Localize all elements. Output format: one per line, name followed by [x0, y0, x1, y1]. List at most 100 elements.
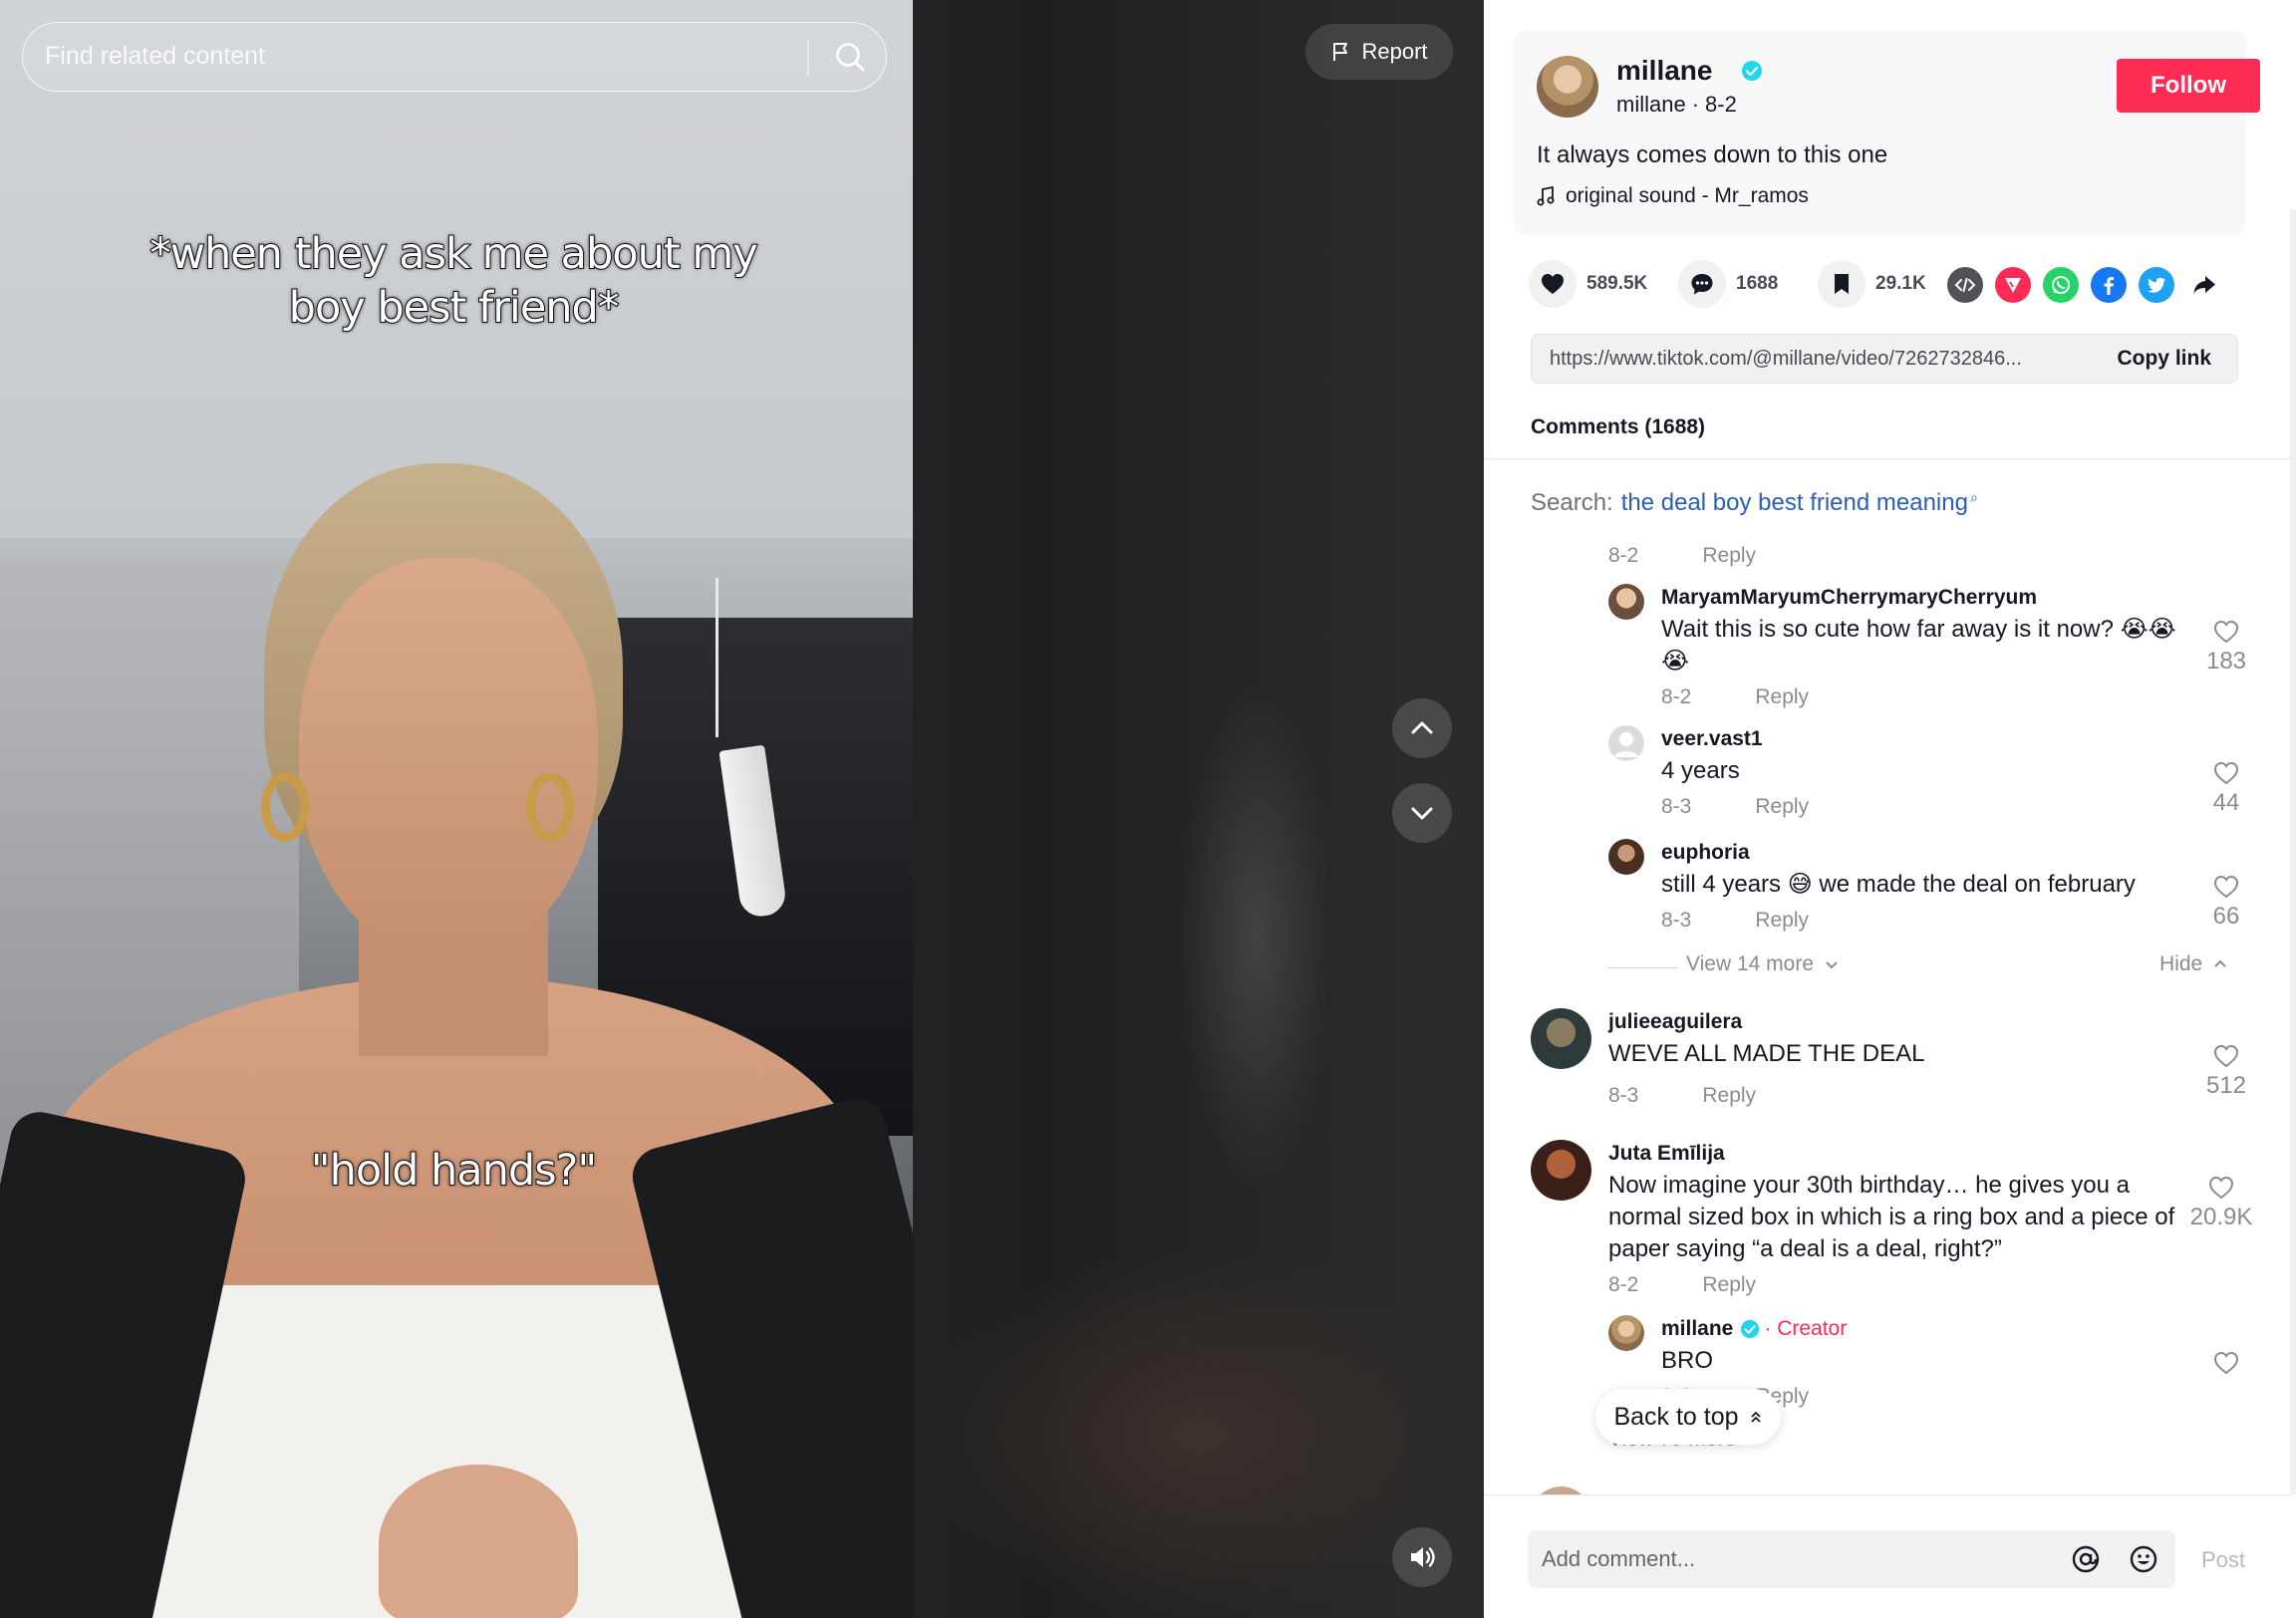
- back-to-top-button[interactable]: Back to top: [1595, 1389, 1781, 1445]
- video-scene-lamp-cord: [716, 578, 718, 737]
- volume-icon: [1411, 1547, 1435, 1567]
- video-link[interactable]: https://www.tiktok.com/@millane/video/72…: [1550, 348, 2088, 371]
- comment-like-button[interactable]: 20.9K: [2181, 1174, 2261, 1231]
- comment-count: 1688: [1736, 273, 1779, 294]
- video-caption-middle: "hold hands?": [310, 1145, 598, 1197]
- search-icon: [836, 43, 865, 72]
- comment-meta: 8-2 Reply: [1661, 685, 1809, 709]
- earring: [526, 772, 574, 842]
- author-name[interactable]: millane: [1616, 55, 1712, 87]
- reply-button[interactable]: Reply: [1755, 795, 1809, 818]
- divider: [1608, 967, 1678, 968]
- next-video-button[interactable]: [1392, 783, 1452, 843]
- whatsapp-icon: [2052, 276, 2070, 294]
- follow-button[interactable]: Follow: [2117, 59, 2260, 113]
- report-label: Report: [1361, 39, 1428, 64]
- author-handle: millane: [1616, 92, 1686, 117]
- comment-button[interactable]: 1688: [1678, 260, 1778, 308]
- copy-link-button[interactable]: Copy link: [2117, 347, 2211, 371]
- like-circle: [1529, 260, 1577, 308]
- avatar[interactable]: [1531, 1140, 1591, 1201]
- post-comment-button[interactable]: Post: [2201, 1547, 2245, 1573]
- author-avatar[interactable]: [1537, 56, 1598, 118]
- earring: [261, 772, 309, 842]
- hide-replies-button[interactable]: Hide: [2159, 952, 2228, 976]
- comment-like-button[interactable]: 512: [2196, 1042, 2256, 1100]
- person-face: [299, 558, 598, 956]
- search-suggestion-term[interactable]: the deal boy best friend meaning: [1621, 489, 1968, 517]
- search-button[interactable]: [830, 37, 870, 77]
- divider: [1484, 458, 2290, 459]
- comment-username[interactable]: julieeaguilera: [1608, 1010, 1742, 1034]
- comment-username[interactable]: millane: [1661, 1317, 1733, 1341]
- embed-button[interactable]: [1947, 267, 1983, 303]
- reply-button[interactable]: Reply: [1702, 1084, 1756, 1107]
- avatar[interactable]: [1608, 839, 1644, 875]
- comment-meta: 8-3 Reply: [1661, 909, 1809, 933]
- paper-plane-icon: [2005, 278, 2021, 293]
- report-button[interactable]: Report: [1305, 24, 1453, 80]
- save-button[interactable]: 29.1K: [1818, 260, 1926, 308]
- verified-icon: [1742, 61, 1762, 81]
- send-to-friends-button[interactable]: [1995, 267, 2031, 303]
- comment-like-button[interactable]: 66: [2196, 873, 2256, 931]
- search-icon: ⌕: [1969, 489, 1978, 505]
- share-twitter-button[interactable]: [2139, 267, 2174, 303]
- comment-text: WEVE ALL MADE THE DEAL: [1608, 1040, 1925, 1067]
- twitter-icon: [2148, 277, 2165, 293]
- comment-date: 8-3: [1608, 1084, 1639, 1107]
- comment-text: 4 years: [1661, 757, 1740, 784]
- comment-circle: [1678, 260, 1726, 308]
- share-whatsapp-button[interactable]: [2043, 267, 2079, 303]
- comment-meta: 8-2 Reply: [1608, 544, 1756, 568]
- heart-outline-icon: [2213, 620, 2239, 644]
- comment-input[interactable]: [1542, 1530, 2060, 1588]
- avatar[interactable]: [1608, 725, 1644, 761]
- video-caption-top: *when they ask me about my boy best frie…: [148, 228, 758, 334]
- engagement-bar: 589.5K 1688 29.1K: [1529, 260, 2271, 312]
- avatar[interactable]: [1531, 1486, 1591, 1494]
- comment-like-button[interactable]: 183: [2196, 618, 2256, 675]
- comment-username[interactable]: euphoria: [1661, 841, 1750, 865]
- comment-date: 8-2: [1608, 544, 1639, 567]
- avatar[interactable]: [1608, 584, 1644, 620]
- reply-button[interactable]: Reply: [1755, 685, 1809, 708]
- comment-meta: 8-3 Reply: [1661, 795, 1809, 819]
- comment-like-button[interactable]: 44: [2196, 759, 2256, 817]
- avatar[interactable]: [1608, 1315, 1644, 1351]
- comment-like-button[interactable]: [2196, 1349, 2256, 1377]
- search-suggestion[interactable]: Search: the deal boy best friend meaning…: [1531, 489, 1978, 517]
- music-note-icon: [1537, 186, 1555, 206]
- share-more-button[interactable]: [2186, 267, 2222, 303]
- scrollbar[interactable]: [2290, 209, 2296, 1494]
- reply-button[interactable]: Reply: [1702, 544, 1756, 567]
- share-arrow-icon: [2193, 276, 2215, 294]
- share-facebook-button[interactable]: [2091, 267, 2127, 303]
- heart-outline-icon: [2213, 761, 2239, 785]
- verified-icon: [1741, 1319, 1760, 1339]
- emoji-icon[interactable]: [2129, 1544, 2158, 1574]
- comment-username[interactable]: veer.vast1: [1661, 727, 1763, 751]
- side-panel: millane millane · 8-2 Follow It always com…: [1484, 0, 2296, 1618]
- comments-list[interactable]: 8-2 Reply MaryamMaryumCherrymaryCherryum …: [1484, 534, 2290, 1494]
- video-link-box: https://www.tiktok.com/@millane/video/72…: [1531, 334, 2238, 384]
- reply-button[interactable]: Reply: [1755, 909, 1809, 932]
- avatar[interactable]: [1531, 1008, 1591, 1069]
- comment-username[interactable]: MaryamMaryumCherrymaryCherryum: [1661, 586, 2037, 610]
- comment-text: Wait this is so cute how far away is it …: [1661, 616, 2176, 674]
- video-player[interactable]: *when they ask me about my boy best frie…: [0, 0, 913, 1618]
- comment-username[interactable]: Juta Emīlija: [1608, 1142, 1725, 1166]
- comment-meta: 8-2 Reply: [1608, 1273, 1756, 1297]
- comment-icon: [1691, 274, 1713, 295]
- heart-outline-icon: [2213, 1044, 2239, 1068]
- like-button[interactable]: 589.5K: [1529, 260, 1647, 308]
- mention-icon[interactable]: [2071, 1544, 2101, 1574]
- view-more-replies-button[interactable]: View 14 more: [1686, 952, 1840, 976]
- music-link[interactable]: original sound - Mr_ramos: [1537, 184, 1809, 208]
- video-description: It always comes down to this one: [1537, 141, 1888, 168]
- music-title: original sound - Mr_ramos: [1566, 184, 1809, 207]
- previous-video-button[interactable]: [1392, 698, 1452, 758]
- search-input[interactable]: [45, 23, 822, 89]
- volume-button[interactable]: [1392, 1527, 1452, 1587]
- reply-button[interactable]: Reply: [1702, 1273, 1756, 1296]
